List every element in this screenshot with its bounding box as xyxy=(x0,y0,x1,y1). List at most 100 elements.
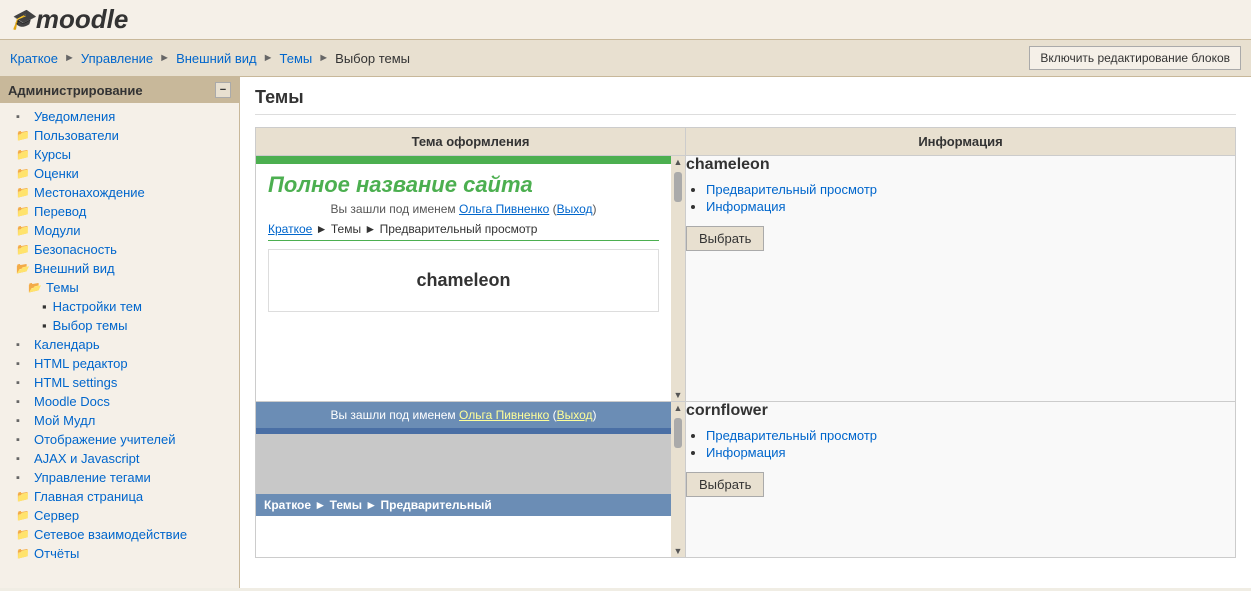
folder-icon: 📁 xyxy=(16,186,30,199)
sidebar-item-networking: 📁 Сетевое взаимодействие xyxy=(0,525,239,544)
scroll-thumb xyxy=(674,414,682,545)
folder-icon: 📁 xyxy=(16,547,30,560)
scroll-thumb xyxy=(674,168,682,389)
sidebar-link-moodle-docs[interactable]: Moodle Docs xyxy=(34,394,110,409)
sidebar-link-frontpage[interactable]: Главная страница xyxy=(34,489,143,504)
bullet-icon: ▪ xyxy=(16,472,30,484)
main-content: Темы Тема оформления Информация xyxy=(240,77,1251,588)
sidebar-title: Администрирование xyxy=(8,83,143,98)
bullet-icon: ▪ xyxy=(42,299,47,314)
sidebar-link-translation[interactable]: Перевод xyxy=(34,204,86,219)
sidebar-collapse-button[interactable]: − xyxy=(215,82,231,98)
folder-icon: 📁 xyxy=(16,167,30,180)
folder-icon: 📁 xyxy=(16,509,30,522)
sidebar-link-grades[interactable]: Оценки xyxy=(34,166,79,181)
sidebar-item-security: 📁 Безопасность xyxy=(0,240,239,259)
header: 🎓 moodle xyxy=(0,0,1251,40)
scroll-down-arrow[interactable]: ▼ xyxy=(672,389,684,401)
sidebar-link-location[interactable]: Местонахождение xyxy=(34,185,145,200)
chameleon-user-link[interactable]: Ольга Пивненко xyxy=(459,202,549,216)
cornflower-info-cell: cornflower Предварительный просмотр Инфо… xyxy=(686,402,1236,558)
sidebar-link-server[interactable]: Сервер xyxy=(34,508,79,523)
chameleon-select-button[interactable]: Выбрать xyxy=(686,226,764,251)
sidebar-link-users[interactable]: Пользователи xyxy=(34,128,119,143)
sidebar-link-html-settings[interactable]: HTML settings xyxy=(34,375,117,390)
sidebar-link-tags[interactable]: Управление тегами xyxy=(34,470,151,485)
sidebar-link-my-moodle[interactable]: Мой Мудл xyxy=(34,413,95,428)
sidebar-item-teacher-display: ▪ Отображение учителей xyxy=(0,430,239,449)
col-header-theme: Тема оформления xyxy=(256,128,686,156)
sidebar-item-courses: 📁 Курсы xyxy=(0,145,239,164)
bullet-icon: ▪ xyxy=(16,396,30,408)
breadcrumb-item-1[interactable]: Управление xyxy=(81,51,153,66)
sidebar-item-modules: 📁 Модули xyxy=(0,221,239,240)
logo-icon: 🎓 xyxy=(10,7,35,32)
col-header-info: Информация xyxy=(686,128,1236,156)
sidebar-link-appearance[interactable]: Внешний вид xyxy=(34,261,115,276)
breadcrumb-item-2[interactable]: Внешний вид xyxy=(176,51,257,66)
folder-icon: 📁 xyxy=(16,243,30,256)
sidebar-item-users: 📁 Пользователи xyxy=(0,126,239,145)
sidebar-link-modules[interactable]: Модули xyxy=(34,223,81,238)
cornflower-logout-link[interactable]: Выход xyxy=(557,408,593,422)
chameleon-info-cell: chameleon Предварительный просмотр Инфор… xyxy=(686,156,1236,402)
folder-icon: 📁 xyxy=(16,490,30,503)
cornflower-logged-as: Вы зашли под именем Ольга Пивненко (Выхо… xyxy=(256,402,671,428)
sidebar-item-html-settings: ▪ HTML settings xyxy=(0,373,239,392)
sidebar-link-theme-select[interactable]: Выбор темы xyxy=(53,318,128,333)
cornflower-scrollbar[interactable]: ▲ ▼ xyxy=(671,402,685,557)
sidebar-item-my-moodle: ▪ Мой Мудл xyxy=(0,411,239,430)
cornflower-name: cornflower xyxy=(686,402,1235,420)
sidebar-link-theme-settings[interactable]: Настройки тем xyxy=(53,299,142,314)
sidebar-link-reports[interactable]: Отчёты xyxy=(34,546,79,561)
sidebar-header: Администрирование − xyxy=(0,77,239,103)
chameleon-logged-as: Вы зашли под именем Ольга Пивненко (Выхо… xyxy=(268,202,659,216)
breadcrumb-item-3[interactable]: Темы xyxy=(280,51,313,66)
themes-table: Тема оформления Информация Полное назван… xyxy=(255,127,1236,558)
breadcrumb: Краткое ► Управление ► Внешний вид ► Тем… xyxy=(0,40,1251,77)
theme-row-cornflower: Вы зашли под именем Ольга Пивненко (Выхо… xyxy=(256,402,1236,558)
cornflower-preview-link[interactable]: Предварительный просмотр xyxy=(706,428,877,443)
logo: 🎓 moodle xyxy=(10,4,128,35)
chameleon-info-link[interactable]: Информация xyxy=(706,199,786,214)
sidebar-item-grades: 📁 Оценки xyxy=(0,164,239,183)
sidebar-item-location: 📁 Местонахождение xyxy=(0,183,239,202)
sidebar-link-ajax[interactable]: AJAX и Javascript xyxy=(34,451,140,466)
sidebar-link-courses[interactable]: Курсы xyxy=(34,147,71,162)
folder-icon: 📁 xyxy=(16,205,30,218)
cornflower-select-button[interactable]: Выбрать xyxy=(686,472,764,497)
chameleon-links: Предварительный просмотр Информация xyxy=(686,182,1235,214)
sidebar-link-security[interactable]: Безопасность xyxy=(34,242,117,257)
bullet-icon: ▪ xyxy=(16,377,30,389)
logo-text: moodle xyxy=(36,4,128,35)
sidebar: Администрирование − ▪ Уведомления 📁 Поль… xyxy=(0,77,240,588)
cornflower-gray-area xyxy=(256,434,671,494)
sidebar-item-themes: 📂 Темы xyxy=(0,278,239,297)
scroll-down-arrow[interactable]: ▼ xyxy=(672,545,684,557)
scroll-up-arrow[interactable]: ▲ xyxy=(672,156,684,168)
edit-blocks-button[interactable]: Включить редактирование блоков xyxy=(1029,46,1241,70)
scroll-up-arrow[interactable]: ▲ xyxy=(672,402,684,414)
bullet-icon: ▪ xyxy=(16,434,30,446)
sidebar-item-ajax: ▪ AJAX и Javascript xyxy=(0,449,239,468)
chameleon-preview-cell: Полное название сайта Вы зашли под имене… xyxy=(256,156,686,402)
sidebar-link-html-editor[interactable]: HTML редактор xyxy=(34,356,128,371)
chameleon-preview-link[interactable]: Предварительный просмотр xyxy=(706,182,877,197)
chameleon-site-title: Полное название сайта xyxy=(268,172,659,198)
sidebar-link-networking[interactable]: Сетевое взаимодействие xyxy=(34,527,187,542)
chameleon-logout-link[interactable]: Выход xyxy=(557,202,593,216)
sidebar-item-appearance: 📂 Внешний вид xyxy=(0,259,239,278)
sidebar-link-calendar[interactable]: Календарь xyxy=(34,337,100,352)
chameleon-theme-label: chameleon xyxy=(268,249,659,312)
cornflower-user-link[interactable]: Ольга Пивненко xyxy=(459,408,549,422)
cornflower-info-link[interactable]: Информация xyxy=(706,445,786,460)
breadcrumb-item-0[interactable]: Краткое xyxy=(10,51,58,66)
cornflower-links: Предварительный просмотр Информация xyxy=(686,428,1235,460)
sidebar-link-themes[interactable]: Темы xyxy=(46,280,79,295)
sidebar-link-teacher-display[interactable]: Отображение учителей xyxy=(34,432,175,447)
sidebar-link-notifications[interactable]: Уведомления xyxy=(34,109,115,124)
scroll-thumb-inner xyxy=(674,172,682,202)
page-title: Темы xyxy=(255,87,1236,115)
preview-scrollbar[interactable]: ▲ ▼ xyxy=(671,156,685,401)
sep-3: ► xyxy=(318,52,329,64)
